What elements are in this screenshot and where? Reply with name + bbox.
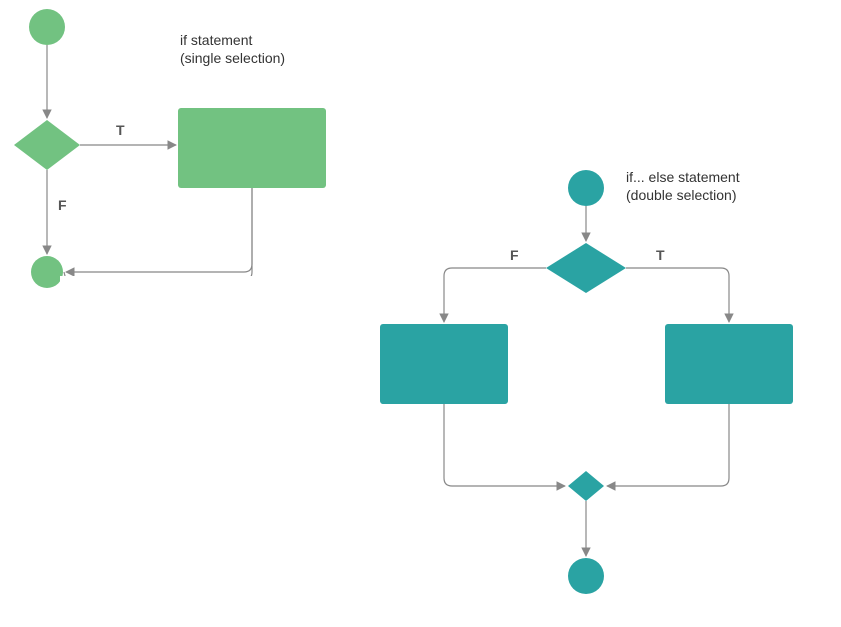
- left-title-line2: (single selection): [180, 50, 285, 66]
- true-process-node: [665, 324, 793, 404]
- start-node: [568, 170, 604, 206]
- false-process-node: [380, 324, 508, 404]
- flowchart-canvas: if statement (single selection) T F if..…: [0, 0, 841, 627]
- decision-node: [14, 120, 80, 170]
- end-node: [31, 256, 63, 288]
- right-title-line1: if... else statement: [626, 169, 740, 185]
- merge-node: [568, 471, 604, 501]
- edge-process-to-end-arrow: [66, 188, 252, 272]
- false-edge-label: F: [58, 197, 67, 213]
- if-single-selection-diagram: if statement (single selection) T F: [14, 9, 326, 288]
- edge-false-to-process: [444, 268, 546, 322]
- true-edge-label: T: [656, 247, 665, 263]
- decision-node: [546, 243, 626, 293]
- left-title-line1: if statement: [180, 32, 252, 48]
- edge-process-to-end: [64, 188, 252, 280]
- edge-true-to-process: [626, 268, 729, 322]
- if-else-double-selection-diagram: if... else statement (double selection) …: [380, 169, 793, 594]
- false-edge-label: F: [510, 247, 519, 263]
- process-node: [178, 108, 326, 188]
- end-node: [568, 558, 604, 594]
- right-title-line2: (double selection): [626, 187, 737, 203]
- true-edge-label: T: [116, 122, 125, 138]
- edge-right-to-merge: [607, 404, 729, 486]
- start-node: [29, 9, 65, 45]
- edge-left-to-merge: [444, 404, 565, 486]
